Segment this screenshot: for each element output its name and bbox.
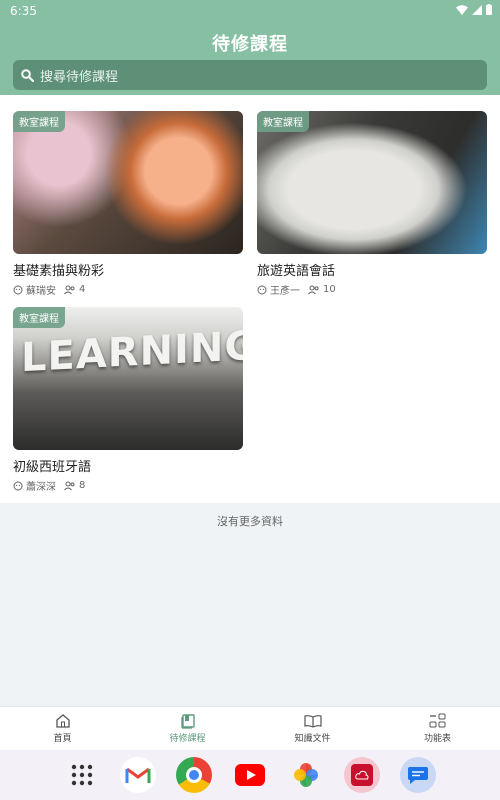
menu-grid-icon	[429, 713, 445, 728]
battery-icon	[486, 4, 492, 15]
cell-signal-icon	[472, 4, 482, 15]
student-count: 10	[323, 284, 336, 295]
teacher-icon	[257, 285, 267, 294]
student-count: 8	[79, 480, 86, 491]
cloud-app-icon[interactable]	[344, 757, 380, 793]
app-drawer-icon[interactable]	[64, 757, 100, 793]
tab-label: 待修課程	[169, 734, 206, 744]
search-icon	[21, 68, 34, 82]
tab-menu[interactable]: 功能表	[375, 707, 500, 750]
tab-courses[interactable]: 待修課程	[125, 707, 250, 750]
course-card[interactable]: 教室課程 基礎素描與粉彩 蘇瑞安 4	[13, 111, 243, 297]
search-input[interactable]: 搜尋待修課程	[13, 60, 487, 90]
image-learning-text: LEARNING	[21, 322, 243, 382]
course-image: 教室課程	[257, 111, 487, 254]
teacher-icon	[13, 481, 23, 490]
bottom-tab-bar: 首頁 待修課程 知識文件 功能表	[0, 706, 500, 750]
open-book-icon	[303, 715, 322, 728]
app-header: 待修課程 搜尋待修課程	[0, 22, 500, 95]
home-icon	[55, 714, 70, 728]
youtube-icon[interactable]	[232, 757, 268, 793]
course-meta: 王彥一 10	[257, 282, 487, 297]
students-icon	[308, 285, 319, 294]
no-more-data-text: 沒有更多資料	[217, 515, 283, 528]
page-title: 待修課程	[212, 34, 288, 55]
course-card[interactable]: LEARNING 教室課程 初級西班牙語 蕭深深 8	[13, 307, 243, 493]
course-image: LEARNING 教室課程	[13, 307, 243, 450]
photos-icon[interactable]	[288, 757, 324, 793]
course-list: 教室課程 基礎素描與粉彩 蘇瑞安 4 教室課程 旅遊英語會話 王彥一 10 LE…	[0, 95, 500, 503]
student-count: 4	[79, 284, 86, 295]
tab-label: 知識文件	[294, 734, 331, 744]
course-card[interactable]: 教室課程 旅遊英語會話 王彥一 10	[257, 111, 487, 297]
course-type-badge: 教室課程	[257, 111, 309, 132]
status-bar: 6:35	[0, 0, 500, 22]
course-title: 初級西班牙語	[13, 460, 92, 475]
students-icon	[64, 481, 75, 490]
wifi-icon	[456, 4, 468, 15]
students-icon	[64, 285, 75, 294]
course-title: 旅遊英語會話	[257, 264, 336, 279]
course-title: 基礎素描與粉彩	[13, 264, 105, 279]
gmail-icon[interactable]	[120, 757, 156, 793]
course-type-badge: 教室課程	[13, 111, 65, 132]
tab-label: 首頁	[53, 734, 72, 744]
course-book-icon	[180, 714, 195, 729]
teacher-name: 蕭深深	[26, 482, 56, 493]
course-type-badge: 教室課程	[13, 307, 65, 328]
course-image: 教室課程	[13, 111, 243, 254]
course-meta: 蘇瑞安 4	[13, 282, 243, 297]
tab-knowledge[interactable]: 知識文件	[250, 707, 375, 750]
search-placeholder: 搜尋待修課程	[40, 69, 119, 85]
teacher-icon	[13, 285, 23, 294]
teacher-name: 蘇瑞安	[26, 286, 56, 297]
tab-home[interactable]: 首頁	[0, 707, 125, 750]
app-dock	[0, 750, 500, 800]
tab-label: 功能表	[423, 734, 451, 744]
messages-icon[interactable]	[400, 757, 436, 793]
chrome-icon[interactable]	[176, 757, 212, 793]
status-time: 6:35	[10, 4, 37, 18]
teacher-name: 王彥一	[270, 286, 300, 297]
course-meta: 蕭深深 8	[13, 478, 243, 493]
